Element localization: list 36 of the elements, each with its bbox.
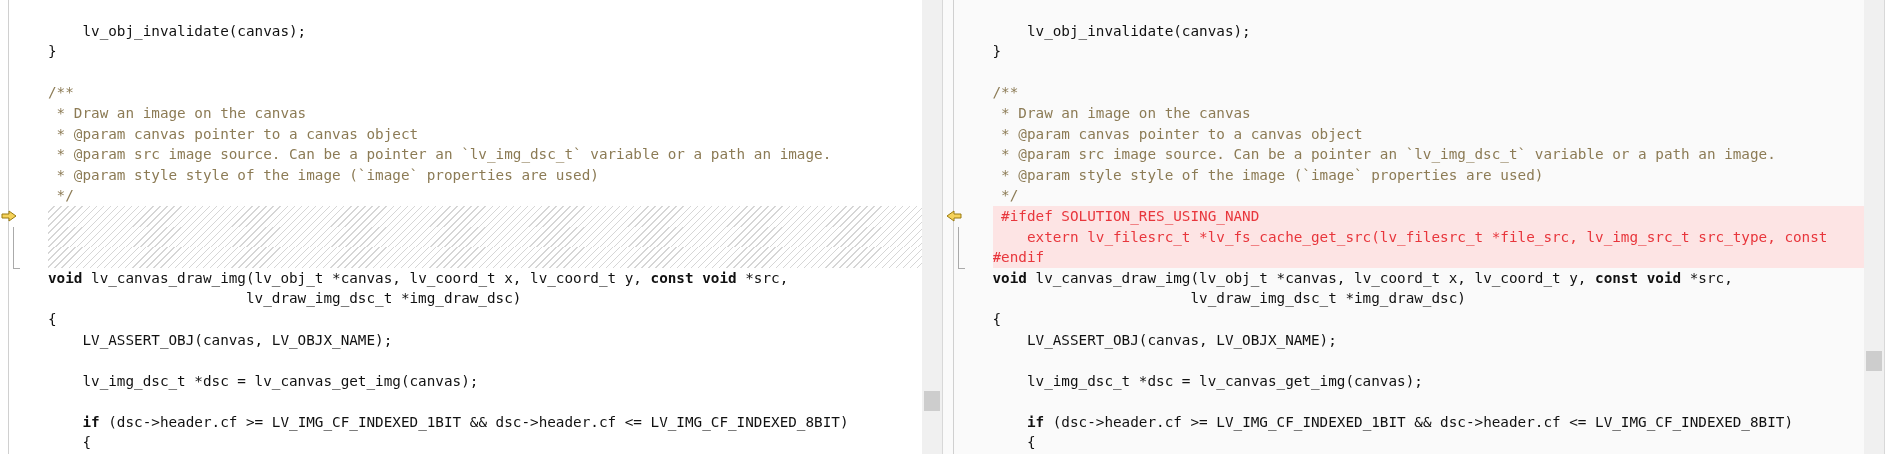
right-arrow-icon[interactable] (1, 210, 17, 222)
code-line: lv_draw_img_dsc_t *img_draw_dsc) (1189, 289, 1467, 309)
code-comment: * @param src image source. Can be a pointer an `lv_img_dsc_t` variable or a path an image. (1000, 145, 1777, 165)
code-line: if (dsc->header.cf >= LV_IMG_CF_INDEXED_1BIT && dsc->header.cf <= LV_IMG_CF_INDEXED_8BIT) (81, 412, 850, 433)
code-line: { (1025, 433, 1037, 453)
code-comment: /** (48, 83, 75, 103)
code-line: if (dsc->header.cf >= LV_IMG_CF_INDEXED_1BIT && dsc->header.cf <= LV_IMG_CF_INDEXED_8BIT) (1025, 412, 1794, 433)
code-line: lv_img_dsc_t *dsc = lv_canvas_get_img(canvas); (1025, 371, 1424, 392)
code-line: void lv_canvas_draw_img(lv_obj_t *canvas, lv_coord_t x, lv_coord_t y, const void *src, (48, 268, 790, 289)
scrollbar[interactable] (1864, 0, 1884, 454)
code-comment: * @param style style of the image (`image` properties are used) (55, 165, 600, 185)
scrollbar[interactable] (921, 0, 942, 454)
change-bracket (13, 226, 20, 269)
change-bracket (957, 226, 965, 269)
code-line: } (48, 42, 58, 62)
code-line: lv_draw_img_dsc_t *img_draw_dsc) (244, 289, 523, 309)
code-line: lv_img_dsc_t *dsc = lv_canvas_get_img(canvas); (81, 371, 480, 392)
code-comment: * @param src image source. Can be a pointer an `lv_img_dsc_t` variable or a path an image. (55, 145, 833, 165)
code-comment: /** (992, 83, 1020, 103)
code-line: LV_ASSERT_OBJ(canvas, LV_OBJX_NAME); (1025, 330, 1338, 351)
code-line: { (81, 433, 93, 453)
code-line: { (992, 309, 1003, 329)
code-line: lv_obj_invalidate(canvas); (1025, 21, 1252, 42)
code-line: lv_obj_invalidate(canvas); (81, 21, 308, 42)
code-comment: * Draw an image on the canvas (55, 103, 308, 123)
code-comment: * Draw an image on the canvas (1000, 103, 1252, 123)
code-comment: */ (1000, 186, 1020, 206)
code-comment: * @param canvas pointer to a canvas object (1000, 124, 1364, 144)
code-line: } (992, 42, 1003, 62)
code-comment: * @param style style of the image (`image` properties are used) (1000, 165, 1545, 185)
code-line: LV_ASSERT_OBJ(canvas, LV_OBJX_NAME); (81, 330, 394, 351)
code-line: void lv_canvas_draw_img(lv_obj_t *canvas, lv_coord_t x, lv_coord_t y, const void *src, (992, 268, 1734, 289)
left-arrow-icon[interactable] (945, 210, 962, 222)
code-comment: */ (55, 186, 75, 206)
code-line: { (48, 309, 58, 329)
code-comment: * @param canvas pointer to a canvas object (55, 124, 420, 144)
